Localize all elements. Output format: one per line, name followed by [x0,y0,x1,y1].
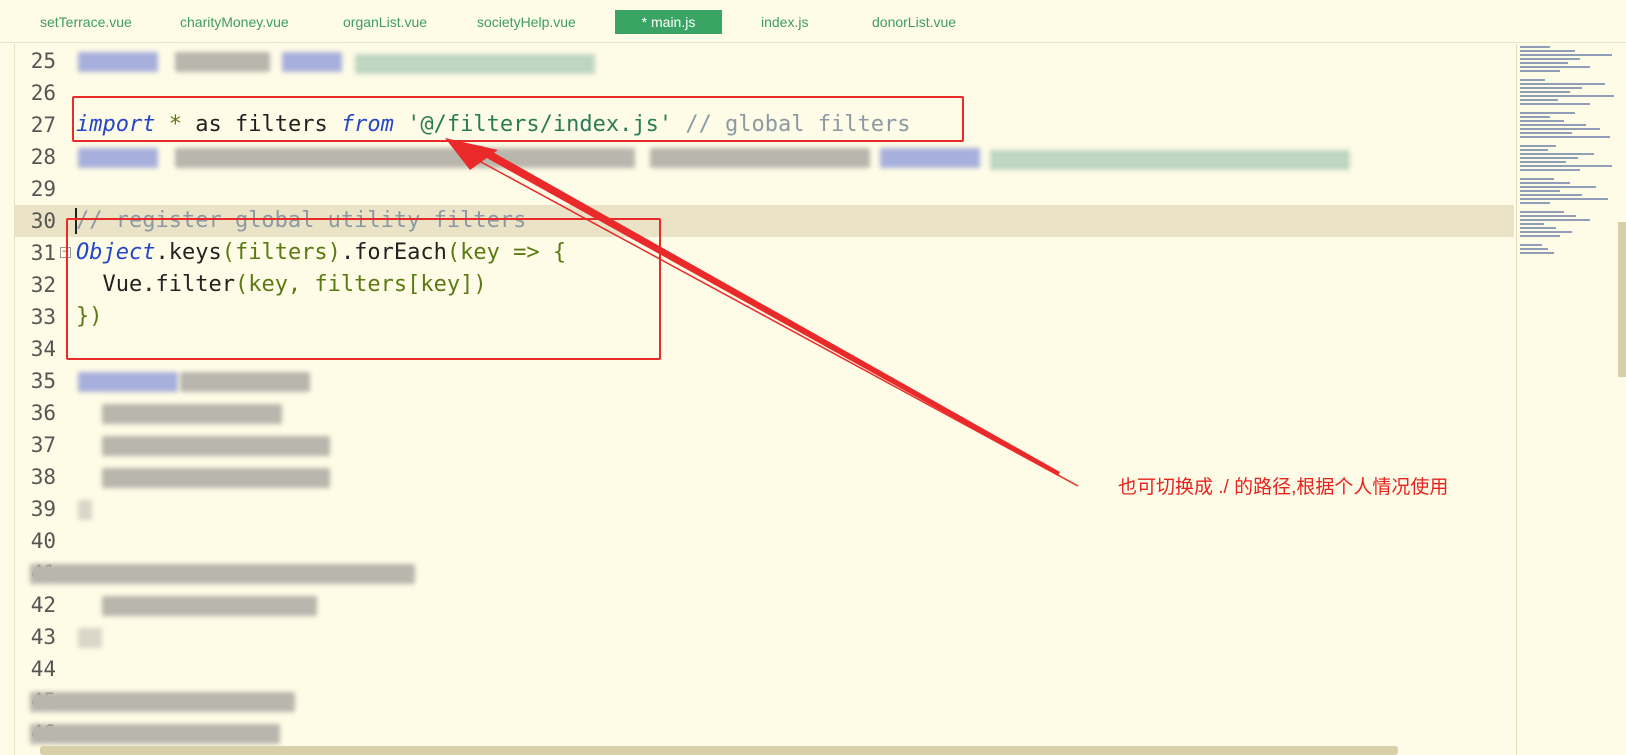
minimap-line [1520,182,1570,184]
minimap-line [1520,132,1572,134]
minimap-line [1520,178,1554,180]
minimap-line [1520,235,1560,237]
minimap-line [1520,124,1586,126]
annotation-note: 也可切换成 ./ 的路径,根据个人情况使用 [1118,477,1449,498]
minimap-line [1520,165,1612,167]
minimap-line [1520,215,1576,217]
minimap-line [1520,79,1545,81]
minimap-line [1520,231,1572,233]
minimap-line [1520,103,1590,105]
minimap-line [1520,120,1564,122]
minimap-line [1520,87,1582,89]
vertical-scrollbar-thumb[interactable] [1618,222,1626,377]
minimap-line [1520,194,1582,196]
minimap-line [1520,54,1612,56]
minimap-line [1520,186,1596,188]
minimap-line [1520,219,1590,221]
minimap-line [1520,91,1570,93]
minimap-line [1520,46,1550,48]
minimap-line [1520,157,1578,159]
arrow-head [445,138,498,170]
minimap-line [1520,153,1594,155]
minimap-line [1520,70,1560,72]
horizontal-scrollbar[interactable] [40,746,1398,755]
minimap-line [1520,62,1568,64]
minimap-line [1520,95,1614,97]
minimap-line [1520,99,1558,101]
minimap-line [1520,149,1548,151]
annotation-arrows [445,138,1079,487]
minimap-line [1520,223,1544,225]
minimap-line [1520,83,1605,85]
minimap-line [1520,66,1590,68]
minimap-line [1520,50,1575,52]
minimap-line [1520,198,1608,200]
minimap-line [1520,58,1580,60]
minimap-line [1520,136,1610,138]
minimap-line [1520,161,1566,163]
minimap-line [1520,202,1550,204]
minimap-line [1520,116,1550,118]
minimap[interactable] [1516,44,1626,755]
minimap-line [1520,211,1564,213]
minimap-line [1520,244,1542,246]
minimap-line [1520,248,1548,250]
minimap-line [1520,145,1556,147]
minimap-line [1520,190,1560,192]
minimap-line [1520,128,1600,130]
minimap-line [1520,112,1575,114]
thin-arrow-line [469,155,1079,487]
minimap-line [1520,227,1556,229]
minimap-line [1520,252,1554,254]
minimap-line [1520,169,1580,171]
